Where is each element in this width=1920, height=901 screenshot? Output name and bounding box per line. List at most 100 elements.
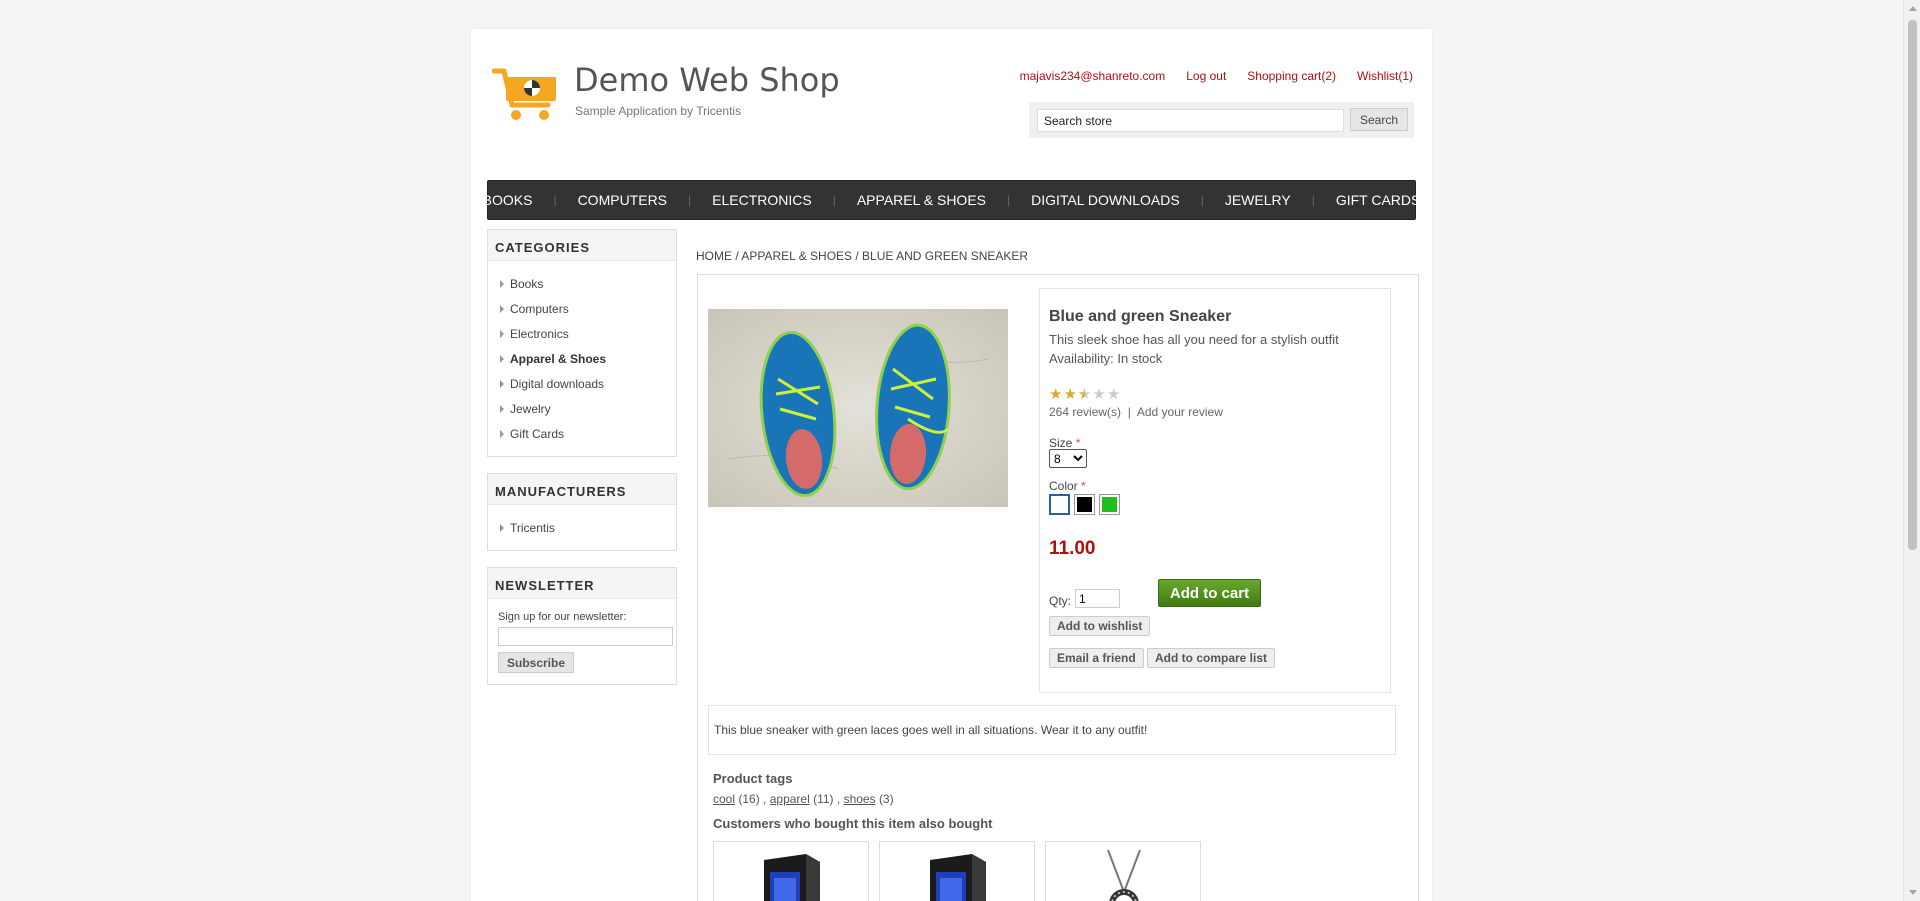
qty-label: Qty: — [1049, 594, 1072, 608]
reviews-link[interactable]: 264 review(s) — [1049, 405, 1121, 419]
newsletter-email-input[interactable] — [498, 627, 673, 646]
star-half-icon: ★ — [1077, 386, 1092, 403]
triangle-right-icon — [500, 354, 504, 363]
categories-block: Categories Books Computers Electronics A… — [487, 229, 677, 457]
shop-subtitle: Sample Application by Tricentis — [575, 104, 742, 118]
color-swatch-green[interactable] — [1099, 494, 1120, 515]
product-name: Blue and green Sneaker — [1049, 308, 1232, 325]
also-bought-item[interactable] — [713, 841, 869, 901]
also-bought-item[interactable] — [1045, 841, 1201, 901]
tag-count: (3) — [878, 792, 894, 806]
cart-logo-icon — [492, 68, 556, 120]
category-label: Jewelry — [510, 401, 551, 416]
color-swatches — [1049, 494, 1120, 515]
topnav-books[interactable]: Books — [462, 192, 554, 208]
wishlist-link[interactable]: Wishlist(1) — [1357, 69, 1413, 83]
product-price: 11.00 — [1049, 538, 1096, 559]
color-label-text: Color — [1049, 479, 1078, 493]
category-label: Digital downloads — [510, 376, 605, 391]
also-bought-title: Customers who bought this item also boug… — [713, 816, 993, 831]
triangle-right-icon — [500, 279, 504, 288]
color-label: Color * — [1049, 479, 1086, 493]
account-link[interactable]: majavis234@shanreto.com — [1020, 69, 1166, 83]
shopping-cart-link[interactable]: Shopping cart(2) — [1247, 69, 1336, 83]
tag-count: (11) — [813, 792, 834, 806]
add-to-cart-button[interactable]: Add to cart — [1158, 579, 1261, 607]
topnav-computers[interactable]: Computers — [557, 192, 688, 208]
manufacturers-title: Manufacturers — [488, 474, 676, 505]
category-label: Apparel & Shoes — [510, 351, 607, 366]
product-image[interactable] — [708, 309, 1008, 507]
triangle-right-icon — [500, 523, 504, 532]
product-tags: cool (16) , apparel (11) , shoes (3) — [713, 792, 894, 806]
category-item-apparel-shoes[interactable]: Apparel & Shoes — [500, 346, 664, 371]
topnav-electronics[interactable]: Electronics — [691, 192, 833, 208]
scroll-down-icon[interactable] — [1909, 890, 1917, 895]
header-links: majavis234@shanreto.com Log out Shopping… — [1020, 69, 1413, 83]
email-friend-button[interactable]: Email a friend — [1049, 648, 1144, 668]
category-item-jewelry[interactable]: Jewelry — [500, 396, 664, 421]
swatch-fill — [1102, 497, 1117, 512]
category-label: Books — [510, 276, 544, 291]
add-to-wishlist-button[interactable]: Add to wishlist — [1049, 616, 1151, 636]
topnav-jewelry[interactable]: Jewelry — [1204, 192, 1312, 208]
product-availability: Availability: In stock — [1049, 351, 1163, 366]
topnav-digital-downloads[interactable]: Digital downloads — [1010, 192, 1201, 208]
topnav-gift-cards[interactable]: Gift Cards — [1315, 192, 1442, 208]
top-menu: Books | Computers | Electronics | Appare… — [483, 180, 1420, 220]
manufacturer-label: Tricentis — [510, 520, 555, 535]
required-mark: * — [1075, 436, 1081, 450]
newsletter-title: Newsletter — [488, 568, 676, 599]
product-reviews: 264 review(s) | Add your review — [1049, 405, 1223, 419]
tag-link-cool[interactable]: cool — [713, 792, 735, 806]
swatch-fill — [1077, 497, 1092, 512]
tag-link-apparel[interactable]: apparel — [770, 792, 810, 806]
vertical-scrollbar[interactable] — [1903, 0, 1920, 901]
category-item-gift-cards[interactable]: Gift Cards — [500, 421, 664, 446]
scrollbar-thumb[interactable] — [1908, 20, 1917, 550]
add-to-compare-button[interactable]: Add to compare list — [1147, 648, 1276, 668]
manufacturers-block: Manufacturers Tricentis — [487, 473, 677, 551]
computer-tower-image — [930, 854, 986, 901]
search-box: Search — [1029, 102, 1414, 138]
qty-input[interactable] — [1075, 589, 1120, 608]
page-container: Demo Web Shop Sample Application by Tric… — [471, 29, 1432, 901]
search-input[interactable] — [1037, 109, 1344, 132]
tag-link-shoes[interactable]: shoes — [844, 792, 876, 806]
category-label: Computers — [510, 301, 569, 316]
add-review-link[interactable]: Add your review — [1137, 405, 1223, 419]
breadcrumb[interactable]: HOME / APPAREL & SHOES / BLUE AND GREEN … — [696, 249, 1028, 263]
color-swatch-black[interactable] — [1074, 494, 1095, 515]
topnav-apparel-shoes[interactable]: Apparel & Shoes — [836, 192, 1007, 208]
necklace-image — [1107, 850, 1141, 901]
category-item-electronics[interactable]: Electronics — [500, 321, 664, 346]
category-label: Gift Cards — [510, 426, 565, 441]
star-empty-icon: ★ — [1092, 386, 1106, 403]
search-button[interactable]: Search — [1350, 108, 1408, 131]
scroll-up-icon[interactable] — [1909, 6, 1917, 11]
also-bought-item[interactable] — [879, 841, 1035, 901]
subscribe-button[interactable]: Subscribe — [498, 652, 575, 673]
categories-title: Categories — [488, 230, 676, 261]
color-swatch-white[interactable] — [1049, 494, 1070, 515]
newsletter-block: Newsletter Sign up for our newsletter: S… — [487, 567, 677, 685]
triangle-right-icon — [500, 329, 504, 338]
shop-title: Demo Web Shop — [574, 61, 840, 99]
reviews-separator: | — [1127, 405, 1131, 419]
size-label: Size * — [1049, 436, 1080, 450]
triangle-right-icon — [500, 379, 504, 388]
triangle-right-icon — [500, 429, 504, 438]
newsletter-label: Sign up for our newsletter: — [498, 611, 627, 623]
product-short-description: This sleek shoe has all you need for a s… — [1049, 332, 1339, 347]
computer-tower-image — [764, 854, 820, 901]
triangle-right-icon — [500, 404, 504, 413]
category-item-books[interactable]: Books — [500, 271, 664, 296]
size-select[interactable]: 8 — [1049, 449, 1087, 468]
triangle-right-icon — [500, 304, 504, 313]
logout-link[interactable]: Log out — [1186, 69, 1226, 83]
category-label: Electronics — [510, 326, 569, 341]
category-item-computers[interactable]: Computers — [500, 296, 664, 321]
rating-stars: ★ ★ ★ ★ ★ — [1049, 387, 1120, 402]
category-item-digital-downloads[interactable]: Digital downloads — [500, 371, 664, 396]
manufacturer-item-tricentis[interactable]: Tricentis — [500, 515, 664, 540]
